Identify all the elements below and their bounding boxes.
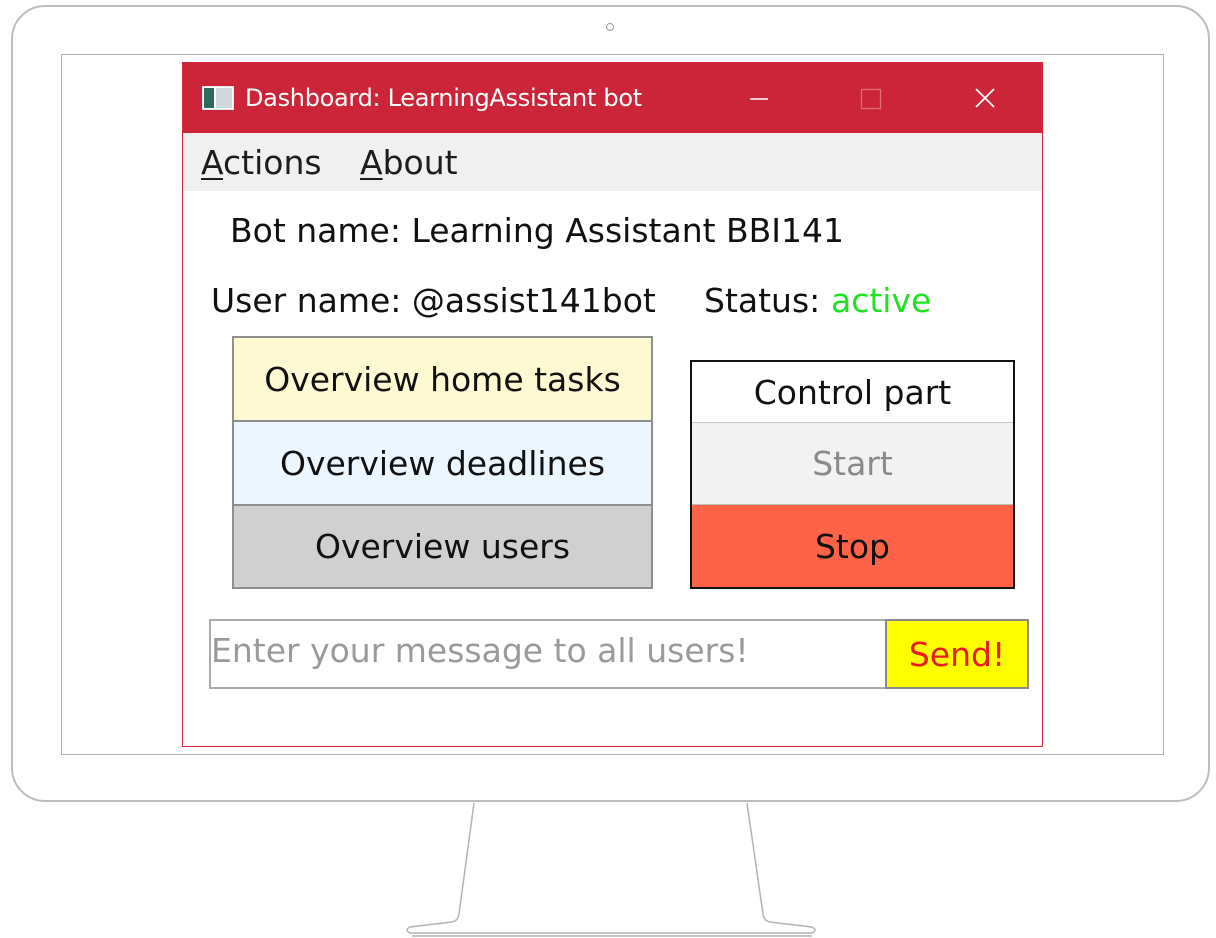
minimize-button[interactable]	[731, 73, 787, 125]
minimize-icon	[750, 98, 768, 100]
overview-home-tasks-button[interactable]: Overview home tasks	[232, 336, 653, 422]
overview-deadlines-button[interactable]: Overview deadlines	[232, 420, 653, 506]
close-icon	[975, 88, 995, 108]
user-name-label: User name: @assist141bot	[211, 281, 656, 320]
app-window: Dashboard: LearningAssistant bot Actions…	[182, 62, 1043, 747]
menu-about-mnemonic: A	[360, 143, 383, 182]
menu-about[interactable]: About	[360, 144, 458, 182]
stop-button[interactable]: Stop	[692, 505, 1013, 587]
bot-name-label: Bot name: Learning Assistant BBI141	[230, 211, 845, 250]
control-panel-title: Control part	[753, 372, 952, 412]
menu-about-label: bout	[382, 143, 458, 182]
start-button[interactable]: Start	[692, 422, 1013, 505]
send-button[interactable]: Send!	[885, 619, 1029, 689]
close-button[interactable]	[957, 73, 1013, 125]
maximize-button[interactable]	[843, 73, 899, 125]
menu-bar: Actions About	[183, 133, 1042, 191]
control-panel: Control part Start Stop	[690, 360, 1015, 589]
broadcast-message-input[interactable]	[209, 619, 887, 689]
menu-actions[interactable]: Actions	[201, 144, 322, 182]
menu-actions-mnemonic: A	[201, 143, 223, 182]
overview-users-button[interactable]: Overview users	[232, 504, 653, 589]
app-window-icon	[202, 86, 234, 110]
window-title: Dashboard: LearningAssistant bot	[245, 84, 642, 112]
menu-actions-label: ctions	[223, 143, 322, 182]
title-bar[interactable]: Dashboard: LearningAssistant bot	[183, 63, 1042, 133]
status-label: Status:	[704, 281, 821, 320]
maximize-icon	[860, 88, 882, 110]
status-value: active	[831, 281, 932, 320]
